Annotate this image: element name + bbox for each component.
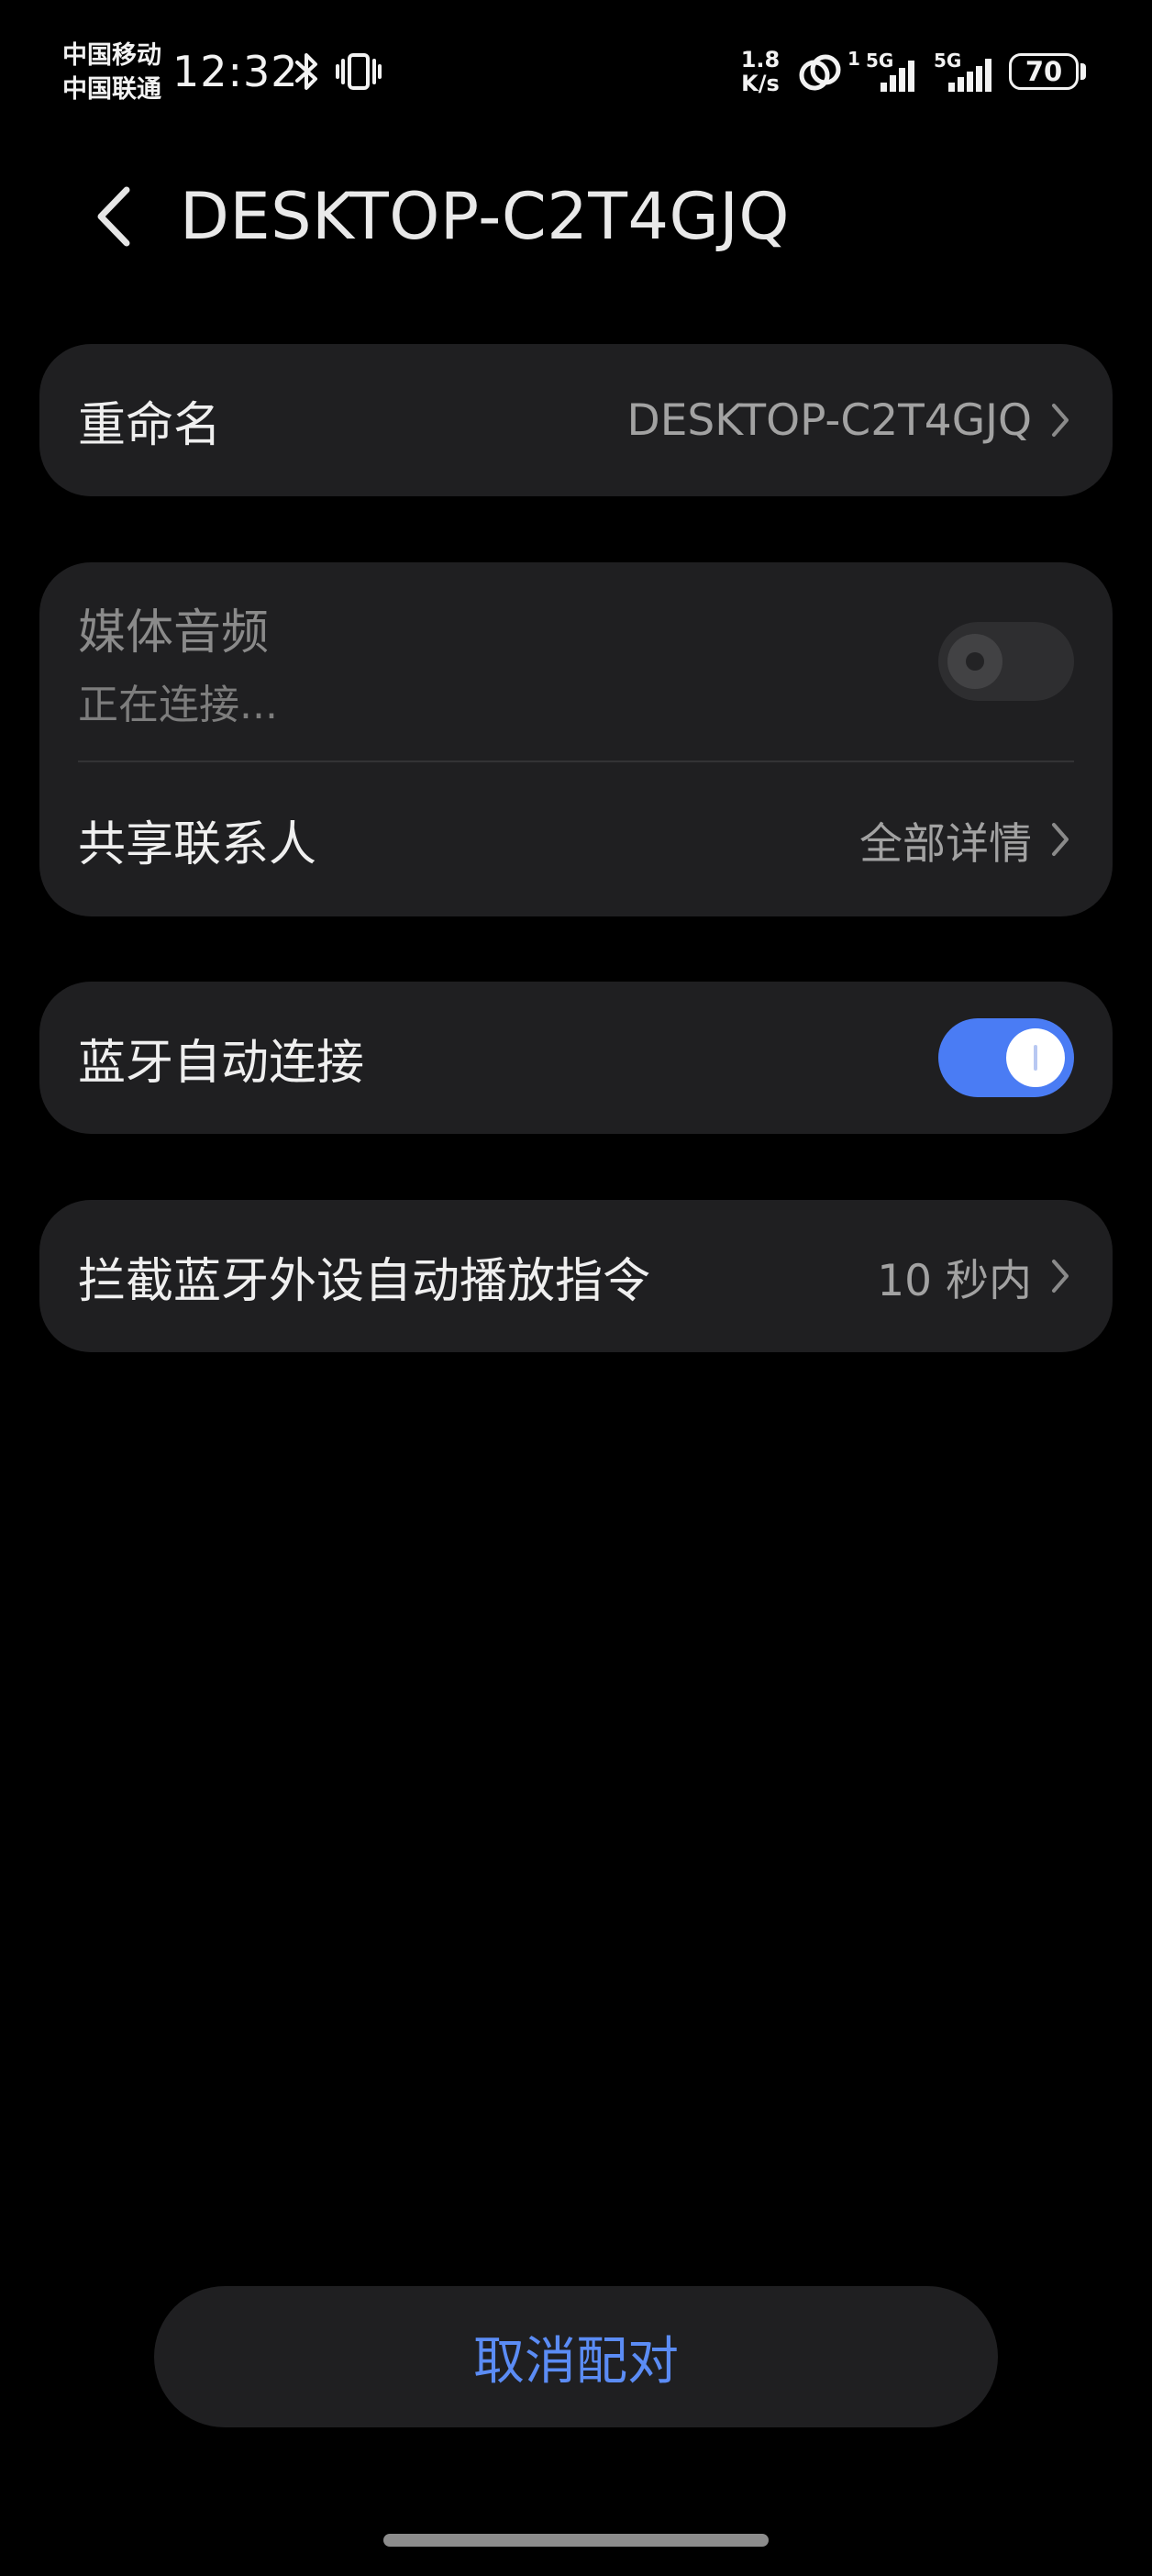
hotspot-icon <box>799 54 841 91</box>
back-arrow-icon <box>97 186 130 247</box>
intercept-label: 拦截蓝牙外设自动播放指令 <box>78 1253 651 1309</box>
auto-connect-card: 蓝牙自动连接 <box>39 982 1113 1134</box>
page-title: DESKTOP-C2T4GJQ <box>180 179 791 254</box>
profiles-card: 媒体音频 正在连接... 共享联系人 全部详情 <box>39 562 1113 916</box>
sim2-signal-icon <box>948 59 991 92</box>
auto-connect-toggle[interactable] <box>938 1018 1074 1097</box>
media-audio-toggle[interactable] <box>938 622 1074 701</box>
vibrate-icon <box>336 53 382 90</box>
toggle-knob <box>947 634 1002 689</box>
rename-value: DESKTOP-C2T4GJQ <box>626 394 1032 446</box>
battery-level: 70 <box>1025 56 1063 87</box>
share-contacts-row[interactable]: 共享联系人 全部详情 <box>39 762 1113 916</box>
auto-connect-label: 蓝牙自动连接 <box>78 1035 365 1091</box>
home-indicator[interactable] <box>383 2534 769 2547</box>
rename-card: 重命名 DESKTOP-C2T4GJQ <box>39 344 1113 496</box>
bluetooth-icon <box>295 53 317 90</box>
chevron-right-icon <box>1052 404 1069 437</box>
status-time: 12:32 <box>172 47 299 96</box>
intercept-value-group: 10 秒内 <box>877 1245 1074 1308</box>
chevron-right-icon <box>1052 1260 1069 1293</box>
net-speed: 1.8 K/s <box>739 48 781 95</box>
battery-icon: 70 <box>1009 53 1079 90</box>
rename-row[interactable]: 重命名 DESKTOP-C2T4GJQ <box>39 344 1113 496</box>
toggle-knob <box>1006 1028 1065 1087</box>
share-contacts-value: 全部详情 <box>859 818 1032 870</box>
intercept-row[interactable]: 拦截蓝牙外设自动播放指令 10 秒内 <box>39 1200 1113 1352</box>
sim1-label: 1 <box>847 48 860 70</box>
sim1-signal-icon <box>881 61 914 92</box>
media-audio-label: 媒体音频 <box>78 605 270 661</box>
media-audio-text: 媒体音频 正在连接... <box>78 594 278 730</box>
rename-label: 重命名 <box>78 397 222 453</box>
unpair-button[interactable]: 取消配对 <box>154 2286 998 2427</box>
intercept-value: 10 秒内 <box>877 1255 1032 1306</box>
carrier-names: 中国移动 中国联通 <box>62 39 161 106</box>
back-button[interactable] <box>84 180 143 253</box>
share-contacts-label: 共享联系人 <box>78 816 317 872</box>
share-contacts-value-group: 全部详情 <box>859 808 1074 872</box>
media-audio-status: 正在连接... <box>78 681 278 728</box>
carrier-1: 中国移动 <box>62 41 161 70</box>
chevron-right-icon <box>1052 823 1069 856</box>
status-bar: 中国移动 中国联通 12:32 1.8 K/s 1 5G 5G 70 <box>0 0 1152 147</box>
intercept-card: 拦截蓝牙外设自动播放指令 10 秒内 <box>39 1200 1113 1352</box>
media-audio-row: 媒体音频 正在连接... <box>39 562 1113 761</box>
auto-connect-row: 蓝牙自动连接 <box>39 982 1113 1134</box>
carrier-2: 中国联通 <box>62 75 161 104</box>
rename-value-group: DESKTOP-C2T4GJQ <box>627 395 1074 446</box>
battery-tip <box>1080 63 1086 80</box>
net-speed-unit: K/s <box>741 71 780 96</box>
net-speed-value: 1.8 <box>740 47 781 72</box>
